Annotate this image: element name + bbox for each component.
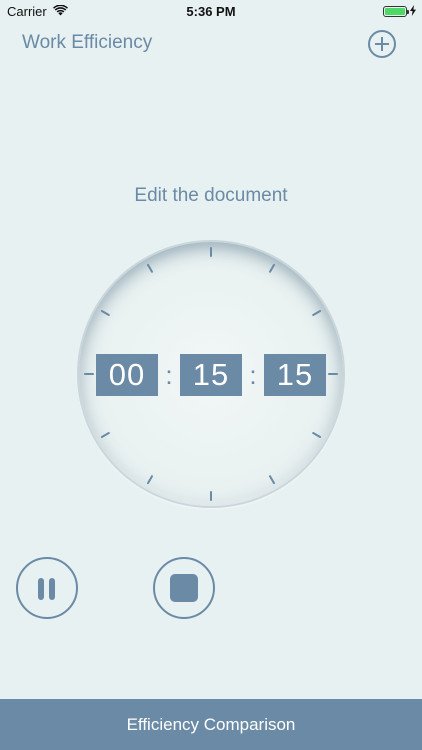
dial-tick <box>147 475 153 485</box>
hours-display: 00 <box>96 354 158 396</box>
footer-label: Efficiency Comparison <box>126 714 296 734</box>
dial-tick <box>100 432 110 438</box>
time-display: 00 : 15 : 15 <box>79 354 343 396</box>
status-right <box>383 4 416 19</box>
status-bar: Carrier 5:36 PM <box>0 0 422 22</box>
page-title: Work Efficiency <box>22 32 153 53</box>
battery-fill <box>385 8 405 15</box>
dial-tick <box>269 475 275 485</box>
seconds-display: 15 <box>264 354 326 396</box>
dial-tick <box>312 310 322 316</box>
task-title: Edit the document <box>134 185 288 206</box>
dial-tick <box>312 432 322 438</box>
efficiency-comparison-button[interactable]: Efficiency Comparison <box>0 699 422 750</box>
battery-icon <box>383 6 409 17</box>
time-separator: : <box>165 360 173 390</box>
status-time: 5:36 PM <box>186 4 236 19</box>
dial-tick <box>147 263 153 273</box>
bolt-icon <box>410 4 416 19</box>
pause-button[interactable] <box>16 557 78 619</box>
dial-tick <box>269 263 275 273</box>
dial-tick <box>100 310 110 316</box>
add-task-button[interactable] <box>368 30 396 58</box>
stop-icon <box>170 574 198 602</box>
time-separator: : <box>249 360 257 390</box>
timer-dial: 00 : 15 : 15 <box>79 242 343 506</box>
minutes-display: 15 <box>180 354 242 396</box>
stop-button[interactable] <box>153 557 215 619</box>
